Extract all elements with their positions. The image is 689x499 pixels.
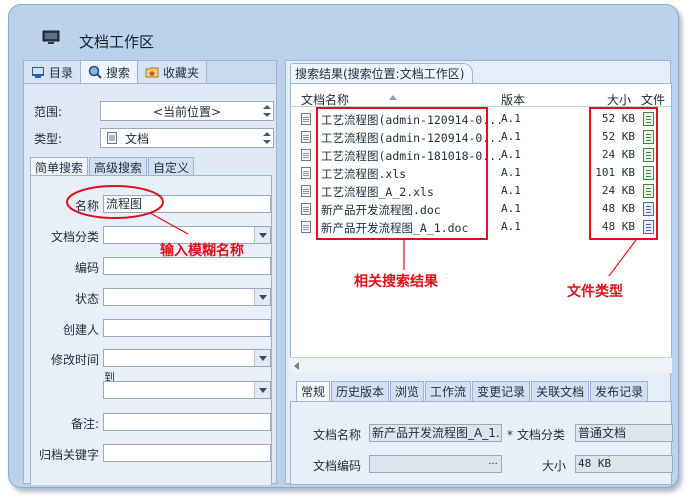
name-label: 名称 <box>74 199 99 213</box>
sort-ascending-icon <box>389 95 397 100</box>
simple-search-form: 名称 流程图 文档分类 编码 状态 创建人 修改时间 到 备注: 归档关键字 <box>30 175 272 485</box>
document-icon <box>301 149 311 161</box>
doc-code-label: 文档编码 <box>313 459 362 473</box>
size-label: 大小 <box>542 459 567 473</box>
doc-name-field[interactable]: 新产品开发流程图_A_1. <box>369 424 502 442</box>
scope-select[interactable]: <当前位置> <box>100 101 274 121</box>
status-select[interactable] <box>103 288 271 306</box>
modified-from-select[interactable] <box>103 349 271 367</box>
document-icon <box>301 185 311 197</box>
doc-category-field[interactable]: 普通文档 <box>575 424 673 442</box>
document-detail: 文档名称 新产品开发流程图_A_1. * 文档分类 普通文档 文档编码 ... … <box>290 401 673 485</box>
tab-related-docs[interactable]: 关联文档 <box>531 381 590 401</box>
tab-preview[interactable]: 浏览 <box>390 381 425 401</box>
annotation-file-type: 文件类型 <box>567 284 623 300</box>
horizontal-scrollbar[interactable] <box>290 357 672 373</box>
tab-catalog[interactable]: 目录 <box>24 61 82 83</box>
document-icon <box>301 221 311 233</box>
spin-arrows-icon <box>262 104 272 118</box>
favorites-icon <box>145 67 159 78</box>
modified-to-select[interactable] <box>103 381 271 399</box>
left-tab-bar: 目录 搜索 收藏夹 <box>24 61 276 84</box>
modified-label: 修改时间 <box>50 353 99 367</box>
tab-change-log[interactable]: 变更记录 <box>472 381 531 401</box>
creator-label: 创建人 <box>62 323 99 337</box>
document-icon <box>301 167 311 179</box>
document-icon <box>301 203 311 215</box>
remark-label: 备注: <box>70 417 99 431</box>
doc-name-label: 文档名称 <box>313 428 362 442</box>
document-icon <box>301 131 311 143</box>
window-title: 文档工作区 <box>79 33 155 51</box>
code-label: 编码 <box>74 261 99 275</box>
catalog-icon <box>32 67 44 78</box>
scope-value: <当前位置> <box>152 104 222 119</box>
doc-category-label: * 文档分类 <box>507 428 565 442</box>
chevron-down-icon <box>254 350 270 366</box>
tab-workflow[interactable]: 工作流 <box>425 381 472 401</box>
row-version: A.1 <box>501 202 521 215</box>
document-icon <box>107 132 117 144</box>
tab-custom-search[interactable]: 自定义 <box>148 157 195 176</box>
detail-tabs: 常规 历史版本 浏览 工作流 变更记录 关联文档 发布记录 <box>296 381 649 401</box>
keyword-input[interactable] <box>103 444 271 462</box>
tab-favorites-label: 收藏夹 <box>163 65 200 80</box>
spin-arrows-icon <box>262 131 272 145</box>
row-version: A.1 <box>501 166 521 179</box>
tab-catalog-label: 目录 <box>49 65 74 80</box>
name-input[interactable]: 流程图 <box>103 195 271 213</box>
annotation-fuzzy-name: 输入模糊名称 <box>160 243 244 259</box>
creator-input[interactable] <box>103 319 271 337</box>
keyword-label: 归档关键字 <box>38 448 99 462</box>
remark-input[interactable] <box>103 413 271 431</box>
row-version: A.1 <box>501 112 521 125</box>
type-value: 文档 <box>125 131 150 146</box>
search-mode-tabs: 简单搜索 高级搜索 自定义 <box>30 157 195 176</box>
chevron-down-icon <box>254 289 270 305</box>
row-version: A.1 <box>501 148 521 161</box>
chevron-down-icon <box>254 382 270 398</box>
row-version: A.1 <box>501 184 521 197</box>
tab-search-label: 搜索 <box>106 65 131 80</box>
size-field[interactable]: 48 KB <box>575 455 673 473</box>
search-icon <box>88 65 102 79</box>
row-version: A.1 <box>501 220 521 233</box>
status-label: 状态 <box>74 292 99 306</box>
category-label: 文档分类 <box>50 230 99 244</box>
tab-favorites[interactable]: 收藏夹 <box>138 61 208 83</box>
results-highlight-box <box>316 107 488 240</box>
tab-advanced-search[interactable]: 高级搜索 <box>89 157 148 176</box>
document-icon <box>301 113 311 125</box>
left-panel: 目录 搜索 收藏夹 范围: <当前位置> 类型: 文档 简单搜索 高级搜索 自定… <box>23 60 277 485</box>
doc-code-field[interactable]: ... <box>369 455 502 473</box>
tab-search[interactable]: 搜索 <box>81 61 139 83</box>
title-bar: 文档工作区 <box>9 5 678 57</box>
tab-general[interactable]: 常规 <box>296 381 331 401</box>
scroll-left-icon[interactable] <box>294 362 299 370</box>
tab-search-results[interactable]: 搜索结果(搜索位置:文档工作区) <box>290 63 474 83</box>
tab-history[interactable]: 历史版本 <box>331 381 390 401</box>
monitor-icon <box>42 30 60 44</box>
row-version: A.1 <box>501 130 521 143</box>
type-select[interactable]: 文档 <box>100 128 274 148</box>
tab-simple-search[interactable]: 简单搜索 <box>30 157 89 176</box>
chevron-down-icon <box>254 227 270 243</box>
file-type-highlight-box <box>589 107 658 240</box>
annotation-related-results: 相关搜索结果 <box>354 274 438 290</box>
browse-button[interactable]: ... <box>486 457 500 471</box>
tab-publish-log[interactable]: 发布记录 <box>590 381 649 401</box>
